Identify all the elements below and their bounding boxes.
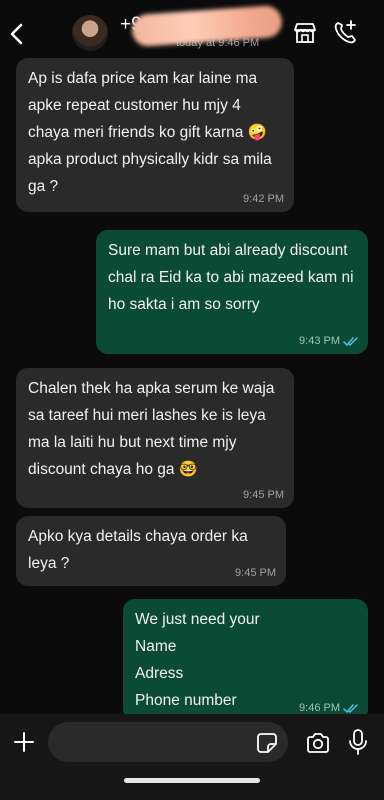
message-bubble-incoming[interactable]: Ap is dafa price kam kar laine ma apke r… [16, 58, 294, 212]
avatar[interactable] [72, 15, 108, 51]
message-time: 9:43 PM [299, 335, 340, 347]
phone-plus-icon [334, 20, 356, 44]
message-time: 9:42 PM [243, 193, 284, 205]
message-text: We just need your Name Adress Phone numb… [135, 611, 260, 709]
message-input[interactable] [48, 722, 288, 762]
double-check-read-icon [343, 704, 358, 713]
camera-icon [307, 733, 329, 753]
message-bubble-incoming[interactable]: Chalen thek ha apka serum ke waja sa tar… [16, 368, 294, 508]
catalog-button[interactable] [292, 20, 318, 46]
home-indicator[interactable] [124, 778, 260, 783]
message-bubble-outgoing[interactable]: Sure mam but abi already discount chal r… [96, 230, 368, 354]
message-time: 9:45 PM [235, 567, 276, 579]
plus-icon [14, 732, 34, 752]
attach-button[interactable] [12, 730, 36, 754]
chat-header: +9 today at 9:46 PM [0, 0, 384, 64]
message-composer [0, 714, 384, 800]
sticker-button[interactable] [256, 732, 278, 754]
storefront-icon [294, 23, 316, 43]
sticker-icon [257, 733, 277, 753]
camera-button[interactable] [305, 731, 331, 755]
message-bubble-incoming[interactable]: Apko kya details chaya order ka leya ? 9… [16, 516, 286, 586]
message-text: Ap is dafa price kam kar laine ma apke r… [28, 70, 277, 195]
message-time: 9:46 PM [299, 702, 340, 714]
microphone-button[interactable] [348, 728, 368, 758]
call-button[interactable] [332, 18, 358, 46]
microphone-icon [349, 729, 367, 755]
message-bubble-outgoing[interactable]: We just need your Name Adress Phone numb… [123, 599, 368, 721]
message-list[interactable]: Ap is dafa price kam kar laine ma apke r… [0, 58, 384, 721]
message-time: 9:45 PM [243, 489, 284, 501]
redaction-mark [131, 4, 283, 48]
chevron-left-icon [10, 23, 23, 45]
message-text: Sure mam but abi already discount chal r… [108, 242, 358, 313]
message-text: Chalen thek ha apka serum ke waja sa tar… [28, 380, 279, 478]
back-button[interactable] [6, 20, 28, 48]
double-check-read-icon [343, 337, 358, 346]
